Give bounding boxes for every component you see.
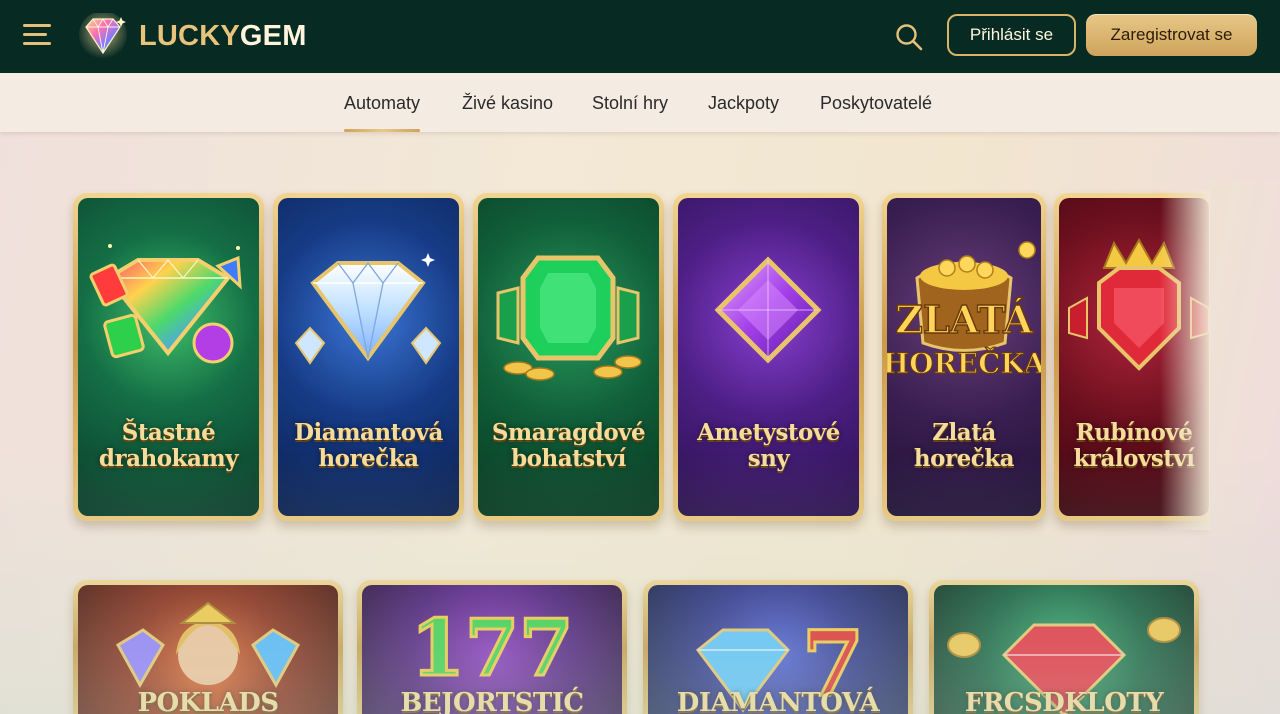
tab-automaty[interactable]: Automaty	[344, 93, 421, 132]
rainbow-gems-icon	[89, 244, 242, 364]
art-text-line1: ZLATÁ	[895, 297, 1033, 342]
logo-text: LUCKYGEM	[139, 20, 307, 53]
gold-coins-icon: ZLATÁ HOREČKA	[887, 241, 1041, 381]
game-card-diamantova[interactable]: 7 DIAMANTOVÁ	[643, 580, 913, 714]
game-card-ametystove-sny[interactable]: Ametystové sny	[673, 193, 864, 521]
game-card-smaragdove-bohatstvi[interactable]: Smaragdové bohatství	[473, 193, 664, 521]
game-title: FRCSDKLOTY	[964, 688, 1164, 714]
category-nav: Automaty Živé kasino Stolní hry Jackpoty…	[0, 73, 1280, 132]
game-card-bejortstic[interactable]: 177 BEJORTSTIĆ	[357, 580, 627, 714]
amethyst-icon	[714, 256, 822, 364]
game-title: DIAMANTOVÁ	[676, 688, 880, 714]
carousel-edge	[1209, 180, 1280, 540]
game-title: Štastné drahokamy	[98, 419, 239, 472]
game-card-stastne-drahokamy[interactable]: Štastné drahokamy	[73, 193, 264, 521]
art-text-line2: HOREČKA	[887, 346, 1041, 380]
diamond-icon	[294, 253, 442, 365]
tab-stolni-hry[interactable]: Stolní hry	[592, 93, 668, 114]
tab-zive-kasino[interactable]: Živé kasino	[462, 93, 553, 114]
top-header: LUCKYGEM Přihlásit se Zaregistrovat se	[0, 0, 1280, 73]
game-card-diamantova-horecka[interactable]: Diamantová horečka	[273, 193, 464, 521]
game-title: POKLADS	[137, 688, 279, 714]
game-title: Rubínové království	[1073, 419, 1195, 472]
logo[interactable]: LUCKYGEM	[76, 12, 307, 60]
emerald-icon	[496, 255, 642, 381]
login-button[interactable]: Přihlásit se	[947, 14, 1076, 56]
logo-lucky: LUCKY	[139, 19, 240, 52]
game-title: Ametystové sny	[697, 419, 840, 472]
menu-icon[interactable]	[23, 24, 51, 46]
search-icon[interactable]	[894, 22, 924, 52]
game-card-zlata-horecka[interactable]: ZLATÁ HOREČKA Zlatá horečka	[882, 193, 1046, 521]
game-title: Zlatá horečka	[913, 419, 1015, 472]
game-title: BEJORTSTIĆ	[400, 688, 584, 714]
game-card-frcsdkloty[interactable]: FRCSDKLOTY	[929, 580, 1199, 714]
tab-jackpoty[interactable]: Jackpoty	[708, 93, 779, 114]
game-title: Diamantová horečka	[294, 419, 443, 472]
game-title: Smaragdové bohatství	[491, 419, 646, 472]
ruby-crown-icon	[1068, 238, 1209, 371]
art-number: 177	[411, 603, 574, 694]
game-card-rubinove-kralovstvi[interactable]: Rubínové království	[1054, 193, 1214, 521]
diamond-logo-icon	[79, 13, 127, 59]
tab-poskytovatele[interactable]: Poskytovatelé	[820, 93, 932, 114]
game-card-poklads[interactable]: POKLADS	[73, 580, 343, 714]
register-button[interactable]: Zaregistrovat se	[1086, 14, 1257, 56]
logo-gem: GEM	[239, 19, 307, 52]
